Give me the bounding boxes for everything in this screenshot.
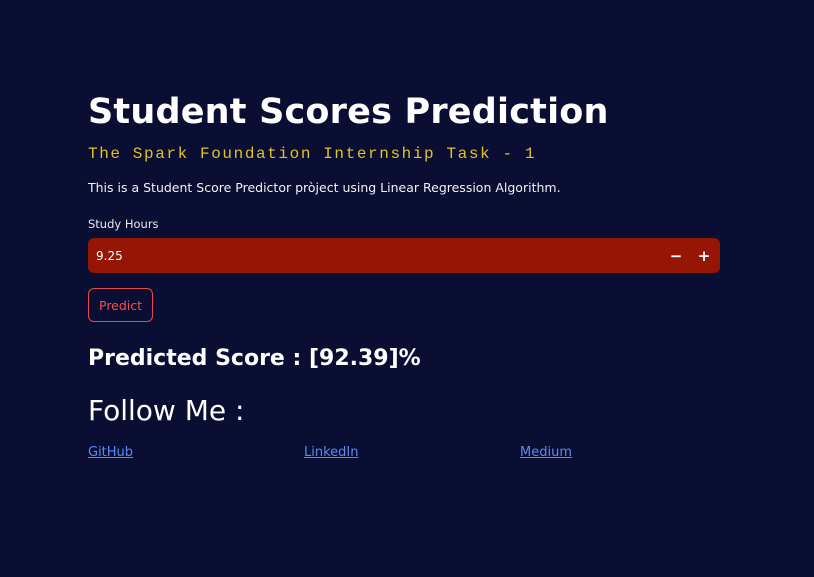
project-description: This is a Student Score Predictor pròjec… [88,180,561,195]
study-hours-input[interactable] [88,238,648,273]
app-page: Student Scores Prediction The Spark Foun… [0,0,814,577]
study-hours-stepper: − + [88,238,720,273]
social-links: GitHub LinkedIn Medium [88,444,720,464]
increment-button[interactable]: + [690,238,718,273]
decrement-button[interactable]: − [662,238,690,273]
page-title: Student Scores Prediction [88,92,609,132]
minus-icon: − [669,246,683,265]
predict-button[interactable]: Predict [88,288,154,322]
main-content: Student Scores Prediction The Spark Foun… [88,90,720,464]
page-subtitle: The Spark Foundation Internship Task - 1 [88,145,537,163]
github-link[interactable]: GitHub [88,444,133,462]
plus-icon: + [697,246,711,265]
follow-me-heading: Follow Me : [88,394,245,427]
study-hours-label: Study Hours [88,217,159,231]
medium-link[interactable]: Medium [520,444,572,462]
predicted-score-text: Predicted Score : [92.39]% [88,346,421,371]
linkedin-link[interactable]: LinkedIn [304,444,358,462]
